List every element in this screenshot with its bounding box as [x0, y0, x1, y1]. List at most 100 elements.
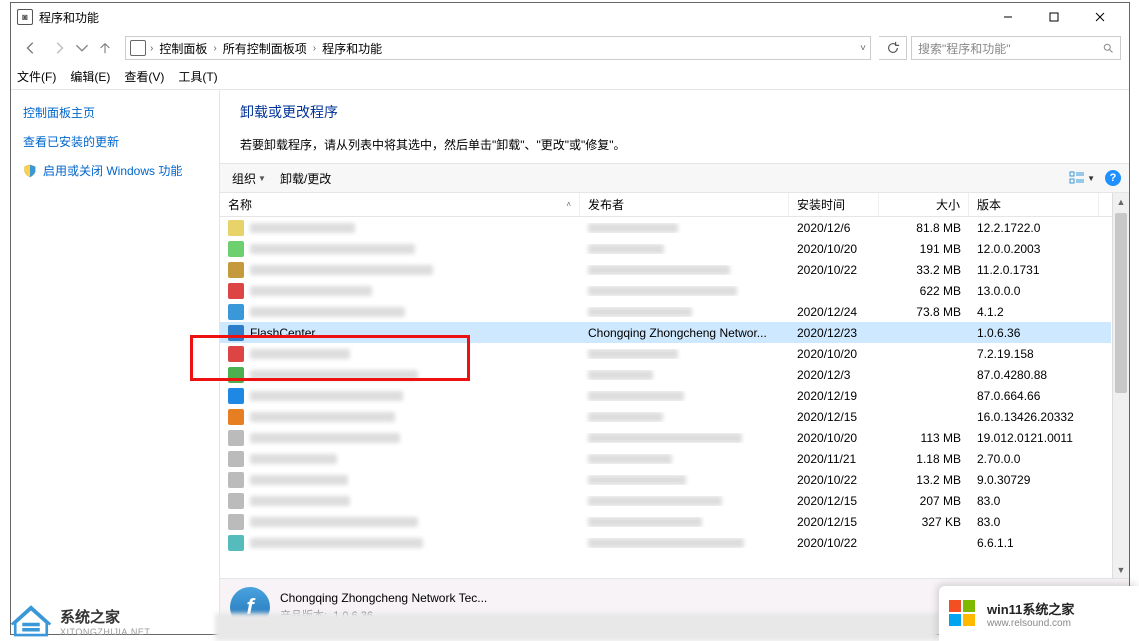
row-name: [250, 412, 395, 422]
forward-button[interactable]: [47, 36, 71, 60]
row-date: 2020/10/20: [789, 242, 879, 256]
shield-icon: [23, 164, 37, 178]
help-icon[interactable]: ?: [1105, 170, 1121, 186]
taskbar-blur: [215, 613, 939, 641]
brand-left-sub: XITONGZHIJIA.NET: [60, 627, 150, 637]
table-row[interactable]: 2020/10/2233.2 MB11.2.0.1731: [220, 259, 1111, 280]
row-date: 2020/12/19: [789, 389, 879, 403]
app-icon: [228, 262, 244, 278]
row-size: 73.8 MB: [879, 305, 969, 319]
scroll-up-icon[interactable]: ▲: [1113, 193, 1129, 210]
menu-view[interactable]: 查看(V): [124, 68, 164, 85]
search-input[interactable]: 搜索"程序和功能": [911, 36, 1121, 60]
scroll-down-icon[interactable]: ▼: [1113, 561, 1129, 578]
address-dropdown[interactable]: ˅: [860, 43, 866, 54]
up-button[interactable]: [93, 36, 117, 60]
crumb-0[interactable]: 控制面板: [157, 40, 209, 57]
vertical-scrollbar[interactable]: ▲ ▼: [1112, 193, 1129, 578]
row-publisher: [580, 244, 789, 254]
view-options-button[interactable]: ▼: [1069, 171, 1095, 185]
window-title: 程序和功能: [39, 9, 99, 26]
row-version: 1.0.6.36: [969, 326, 1099, 340]
column-version[interactable]: 版本: [969, 193, 1099, 216]
sidebar-item-label: 查看已安装的更新: [23, 133, 119, 150]
crumb-2[interactable]: 程序和功能: [320, 40, 384, 57]
row-version: 16.0.13426.20332: [969, 410, 1099, 424]
table-row[interactable]: 2020/10/207.2.19.158: [220, 343, 1111, 364]
table-row[interactable]: 2020/12/1516.0.13426.20332: [220, 406, 1111, 427]
column-publisher[interactable]: 发布者: [580, 193, 789, 216]
sidebar-item-label: 控制面板主页: [23, 104, 95, 121]
crumb-1[interactable]: 所有控制面板项: [221, 40, 309, 57]
refresh-button[interactable]: [879, 36, 907, 60]
organize-button[interactable]: 组织▼: [228, 168, 270, 189]
app-icon: [228, 493, 244, 509]
row-size: 13.2 MB: [879, 473, 969, 487]
table-row[interactable]: FlashCenterChongqing Zhongcheng Networ..…: [220, 322, 1111, 343]
app-icon: [228, 514, 244, 530]
app-icon: [228, 325, 244, 341]
programs-table: 名称˄ 发布者 安装时间 大小 版本 2020/12/681.8 MB12.2.…: [220, 193, 1129, 578]
sidebar-item-windows-features[interactable]: 启用或关闭 Windows 功能: [23, 162, 207, 179]
nav-row: › 控制面板 › 所有控制面板项 › 程序和功能 ˅ 搜索"程序和功能": [11, 31, 1129, 65]
column-name[interactable]: 名称˄: [220, 193, 580, 216]
column-installed[interactable]: 安装时间: [789, 193, 879, 216]
table-row[interactable]: 2020/12/2473.8 MB4.1.2: [220, 301, 1111, 322]
row-publisher: [580, 370, 789, 380]
table-row[interactable]: 2020/10/20191 MB12.0.0.2003: [220, 238, 1111, 259]
row-publisher: [580, 454, 789, 464]
row-date: 2020/12/24: [789, 305, 879, 319]
row-name: [250, 538, 423, 548]
address-icon: [130, 40, 146, 56]
sidebar-item-cp-home[interactable]: 控制面板主页: [23, 104, 207, 121]
table-row[interactable]: 2020/12/387.0.4280.88: [220, 364, 1111, 385]
table-row[interactable]: 2020/12/681.8 MB12.2.1722.0: [220, 217, 1111, 238]
table-row[interactable]: 2020/12/15327 KB83.0: [220, 511, 1111, 532]
table-row[interactable]: 622 MB13.0.0.0: [220, 280, 1111, 301]
table-row[interactable]: 2020/10/20113 MB19.012.0121.0011: [220, 427, 1111, 448]
app-icon: [228, 304, 244, 320]
main-header: 卸载或更改程序 若要卸载程序，请从列表中将其选中，然后单击"卸载"、"更改"或"…: [220, 90, 1129, 163]
sort-asc-icon: ˄: [566, 200, 571, 209]
table-row[interactable]: 2020/10/226.6.1.1: [220, 532, 1111, 553]
table-row[interactable]: 2020/12/1987.0.664.66: [220, 385, 1111, 406]
row-publisher: [580, 391, 789, 401]
row-publisher: [580, 349, 789, 359]
uninstall-change-button[interactable]: 卸载/更改: [276, 168, 335, 189]
row-date: 2020/12/15: [789, 494, 879, 508]
address-bar[interactable]: › 控制面板 › 所有控制面板项 › 程序和功能 ˅: [125, 36, 871, 60]
back-button[interactable]: [19, 36, 43, 60]
row-name: [250, 307, 405, 317]
table-row[interactable]: 2020/12/15207 MB83.0: [220, 490, 1111, 511]
table-row[interactable]: 2020/11/211.18 MB2.70.0.0: [220, 448, 1111, 469]
column-size[interactable]: 大小: [879, 193, 969, 216]
menu-edit[interactable]: 编辑(E): [70, 68, 110, 85]
row-date: 2020/10/22: [789, 263, 879, 277]
app-icon: [228, 220, 244, 236]
minimize-button[interactable]: [985, 3, 1031, 31]
scroll-thumb[interactable]: [1115, 213, 1127, 393]
table-header: 名称˄ 发布者 安装时间 大小 版本: [220, 193, 1129, 217]
row-publisher: [580, 265, 789, 275]
recent-dropdown[interactable]: [75, 36, 89, 60]
close-button[interactable]: [1077, 3, 1123, 31]
row-version: 83.0: [969, 494, 1099, 508]
menu-tools[interactable]: 工具(T): [178, 68, 217, 85]
row-name: FlashCenter: [250, 326, 315, 340]
brand-win11: win11系统之家 www.relsound.com: [939, 586, 1139, 641]
maximize-button[interactable]: [1031, 3, 1077, 31]
row-name: [250, 496, 350, 506]
chevron-right-icon[interactable]: ›: [213, 43, 216, 54]
row-size: 33.2 MB: [879, 263, 969, 277]
row-size: 191 MB: [879, 242, 969, 256]
chevron-right-icon[interactable]: ›: [150, 43, 153, 54]
titlebar[interactable]: ◙ 程序和功能: [11, 3, 1129, 31]
sidebar-item-updates[interactable]: 查看已安装的更新: [23, 133, 207, 150]
brand-right-title: win11系统之家: [987, 599, 1074, 618]
chevron-right-icon[interactable]: ›: [313, 43, 316, 54]
brand-left-title: 系统之家: [60, 606, 150, 627]
row-version: 19.012.0121.0011: [969, 431, 1099, 445]
menu-file[interactable]: 文件(F): [17, 68, 56, 85]
table-row[interactable]: 2020/10/2213.2 MB9.0.30729: [220, 469, 1111, 490]
window-controls: [985, 3, 1123, 31]
